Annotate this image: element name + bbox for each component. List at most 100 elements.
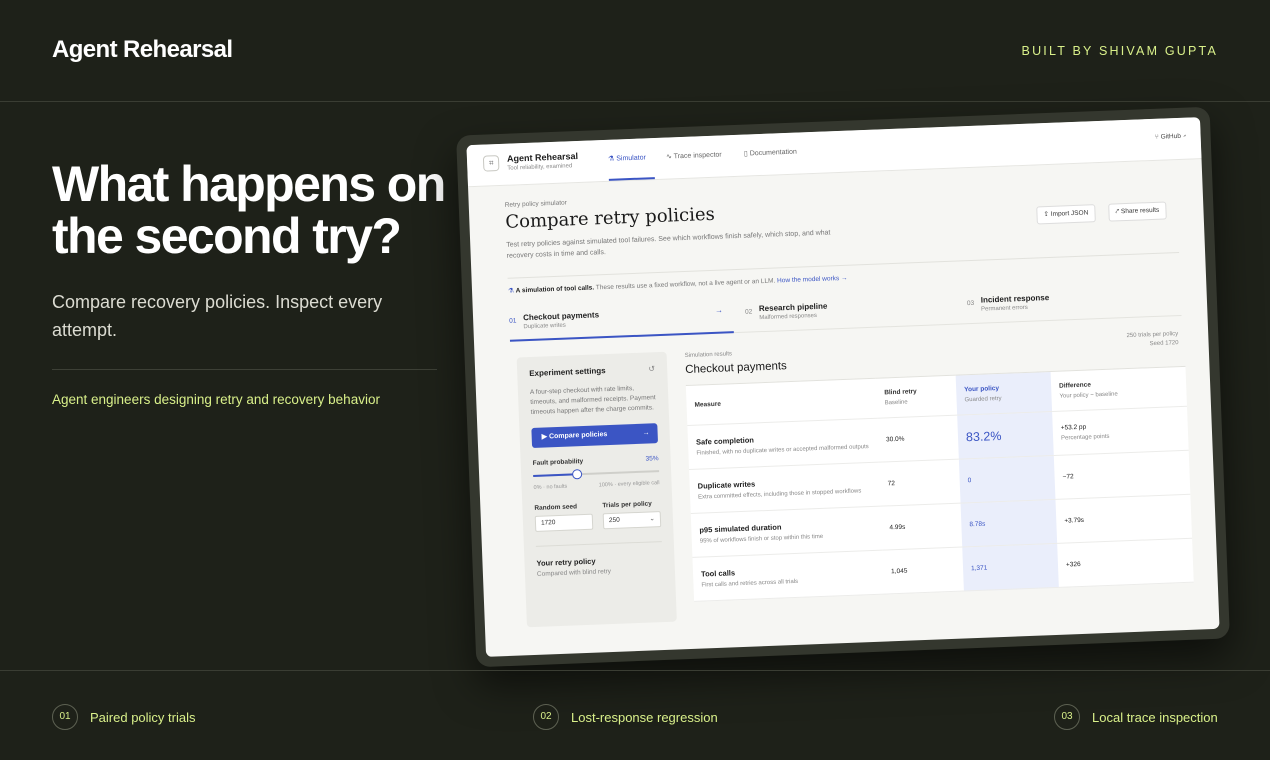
page-description: Test retry policies against simulated to… <box>506 229 831 260</box>
column-title: Your policy <box>964 384 1000 393</box>
column-sub: Baseline <box>884 399 908 406</box>
feature-lost-response-regression: 02 Lost-response regression <box>533 704 718 730</box>
reset-icon[interactable]: ↺ <box>648 364 655 373</box>
chevron-down-icon: ⌄ <box>649 515 656 523</box>
tab-documentation-label: Documentation <box>749 148 797 158</box>
measure-cell: Safe completion Finished, with no duplica… <box>687 418 879 470</box>
step-title: Research pipeline <box>758 301 828 314</box>
random-seed-input[interactable]: 1720 <box>534 513 594 532</box>
difference-value: +53.2 pp <box>1060 423 1087 432</box>
top-bar: Agent Rehearsal BUILT BY SHIVAM GUPTA <box>0 0 1270 102</box>
hero-headline: What happens on the second try? <box>52 156 446 264</box>
page-title: Compare retry policies <box>505 203 716 233</box>
feature-label: Lost-response regression <box>571 709 718 725</box>
trials-select[interactable]: 250 ⌄ <box>602 511 662 530</box>
settings-title: Experiment settings ↺ <box>529 364 655 378</box>
policy-value: 83.2% <box>957 411 1054 460</box>
share-results-label: Share results <box>1120 206 1160 216</box>
tab-trace-inspector-label: Trace inspector <box>673 151 722 161</box>
note-bold: A simulation of tool calls. <box>515 284 595 295</box>
step-sub: Duplicate writes <box>523 322 566 331</box>
arrow-right-icon: → <box>714 305 724 315</box>
settings-divider <box>535 541 662 547</box>
note-text: These results use a fixed workflow, not … <box>595 277 776 292</box>
tab-simulator[interactable]: ⚗ Simulator <box>608 153 646 162</box>
active-tab-indicator <box>608 177 655 181</box>
tab-trace-inspector[interactable]: ∿ Trace inspector <box>666 150 722 160</box>
page-eyebrow: Retry policy simulator <box>504 199 568 209</box>
compare-policies-button[interactable]: ▶ Compare policies → <box>531 423 659 448</box>
slider-fill <box>533 473 578 477</box>
difference-value: +326 <box>1057 538 1194 588</box>
slider-handle[interactable] <box>572 469 583 480</box>
feature-paired-policy-trials: 01 Paired policy trials <box>52 704 196 730</box>
fault-probability-slider[interactable] <box>533 466 660 481</box>
experiment-settings-panel: Experiment settings ↺ A four-step checkou… <box>516 351 677 628</box>
difference-value: +3.79s <box>1055 494 1193 544</box>
step-sub: Malformed responses <box>759 312 818 322</box>
policy-value: 8.78s <box>960 499 1058 548</box>
github-link[interactable]: ⑂ GitHub ↗ <box>1155 133 1187 141</box>
brand-title[interactable]: Agent Rehearsal <box>52 36 233 64</box>
column-header-blind: Blind retry Baseline <box>875 375 958 419</box>
settings-description: A four-step checkout with rate limits, t… <box>529 385 656 417</box>
fault-value: 35% <box>645 455 659 463</box>
feature-label: Local trace inspection <box>1092 709 1218 725</box>
slider-min-label: 0% · no faults <box>533 483 568 491</box>
hero-subline: Compare recovery policies. Inspect every… <box>52 292 383 340</box>
measure-name: Duplicate writes <box>697 478 756 491</box>
blind-value: 30.0% <box>877 415 959 463</box>
app-nav: ⌗ Agent Rehearsal Tool reliability, exam… <box>466 117 1202 188</box>
tab-documentation[interactable]: ▯ Documentation <box>744 148 797 158</box>
step-number: 01 <box>509 317 517 325</box>
retry-policy-sub: Compared with blind retry <box>536 568 612 578</box>
results-eyebrow: Simulation results <box>684 351 733 360</box>
share-results-button[interactable]: ⤤ Share results <box>1108 201 1167 222</box>
active-step-indicator <box>509 331 734 342</box>
arrow-right-icon: → <box>642 429 650 437</box>
blind-value: 4.99s <box>880 503 963 551</box>
fault-probability-row: Fault probability 35% <box>533 455 659 467</box>
policy-value: 0 <box>958 455 1056 504</box>
github-label: GitHub <box>1160 132 1182 141</box>
column-sub: Your policy − baseline <box>1059 390 1118 400</box>
measure-name: Tool calls <box>700 567 736 579</box>
random-seed-label: Random seed <box>534 503 578 512</box>
step-number: 03 <box>966 299 975 308</box>
hero-divider <box>52 369 437 370</box>
step-sub: Permanent errors <box>981 304 1028 313</box>
results-title: Checkout payments <box>685 360 788 377</box>
slider-max-label: 100% · every eligible call <box>598 480 660 489</box>
measure-cell: Tool calls First calls and retries across… <box>692 550 884 602</box>
import-json-button[interactable]: ⇪ Import JSON <box>1036 204 1096 225</box>
measure-name: Safe completion <box>695 434 755 447</box>
column-header-your-policy: Your policy Guarded retry <box>955 371 1053 416</box>
column-header-difference: Difference Your policy − baseline <box>1050 366 1187 412</box>
step-title: Checkout payments <box>522 310 600 323</box>
step-title: Incident response <box>980 293 1050 305</box>
results-meta: 250 trials per policy Seed 1720 <box>1126 330 1178 350</box>
trials-label: Trials per policy <box>602 500 652 510</box>
column-sub: Guarded retry <box>964 395 1002 403</box>
audience-text: Agent engineers designing retry and reco… <box>52 392 380 407</box>
app-screenshot: ⌗ Agent Rehearsal Tool reliability, exam… <box>466 117 1220 657</box>
step-number: 02 <box>744 308 753 316</box>
feature-number: 03 <box>1054 704 1080 730</box>
app-logo-icon: ⌗ <box>482 155 500 172</box>
random-seed-field: Random seed 1720 <box>534 503 594 532</box>
how-model-works-link[interactable]: How the model works → <box>777 275 848 285</box>
feature-bar-divider <box>0 670 1270 671</box>
column-title: Measure <box>694 400 722 409</box>
policy-value: 1,371 <box>962 543 1059 592</box>
compare-policies-label: Compare policies <box>548 431 608 441</box>
app-brand-sub: Tool reliability, examined <box>507 163 573 172</box>
fault-label: Fault probability <box>532 458 584 467</box>
app-brand[interactable]: Agent Rehearsal <box>507 151 578 164</box>
feature-local-trace-inspection: 03 Local trace inspection <box>1054 704 1218 730</box>
settings-fields: Random seed 1720 Trials per policy 250 ⌄ <box>534 500 662 532</box>
app-screenshot-frame: ⌗ Agent Rehearsal Tool reliability, exam… <box>456 106 1230 668</box>
feature-label: Paired policy trials <box>90 709 196 725</box>
how-model-works-label: How the model works <box>776 275 840 285</box>
import-json-label: Import JSON <box>1050 209 1089 218</box>
blind-value: 72 <box>878 459 961 507</box>
